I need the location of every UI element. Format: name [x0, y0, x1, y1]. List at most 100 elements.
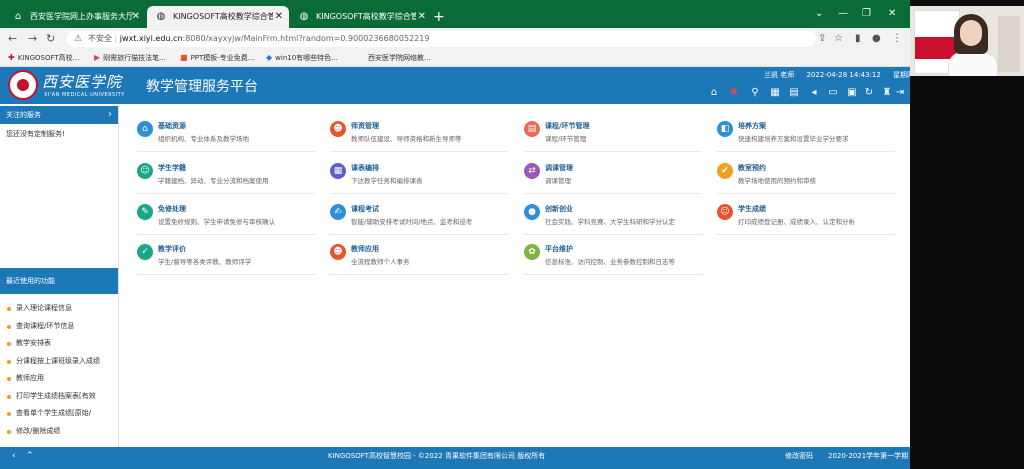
divider: [137, 193, 315, 194]
module-card[interactable]: ✿ 平台维护 信息标准、访问控制、业务参数控制和日志等: [524, 244, 704, 280]
recent-item[interactable]: 打印学生成绩档案表[有效: [0, 388, 118, 406]
divider: [717, 151, 895, 152]
calendar-icon[interactable]: ▣: [845, 87, 859, 99]
module-title[interactable]: 平台维护: [545, 244, 573, 254]
tab-kingosoft-active[interactable]: ◍ KINGOSOFT高校教学综合管理服务平台 ✕: [147, 6, 289, 28]
module-title[interactable]: 课程/环节管理: [545, 121, 590, 131]
bookmark-item[interactable]: ✚ KINGOSOFT高校...: [8, 50, 79, 66]
tab-title: KINGOSOFT高校教学综合管理服务平台: [316, 12, 416, 21]
tab-service-hall[interactable]: ⌂ 西安医学院网上办事服务大厅 ✕: [4, 6, 146, 28]
recent-item[interactable]: 分课程按上课班级录入成绩: [0, 353, 118, 371]
module-card[interactable]: ☺ 学生成绩 打印成绩登记册、成绩录入、认定和分析: [717, 204, 897, 240]
presenter-face: [960, 20, 982, 46]
module-title[interactable]: 教室预约: [738, 163, 766, 173]
module-title[interactable]: 学生学籍: [158, 163, 186, 173]
module-card[interactable]: ☺ 学生学籍 学籍建档、异动、专业分流和档案使用: [137, 163, 317, 199]
module-card[interactable]: ☻ 师资管理 教师队伍建设、导师资格和新生导师等: [330, 121, 510, 157]
module-title[interactable]: 免修处理: [158, 204, 186, 214]
recent-item[interactable]: 修改/删除成绩: [0, 423, 118, 441]
shirt-icon[interactable]: ♜: [880, 87, 894, 99]
module-title[interactable]: 教师应用: [351, 244, 379, 254]
close-window-button[interactable]: ✕: [888, 4, 896, 24]
tab-kingosoft[interactable]: ◍ KINGOSOFT高校教学综合管理服务平台 ✕: [290, 6, 432, 28]
university-seal: [8, 70, 38, 100]
recent-item[interactable]: 教学安排表: [0, 335, 118, 353]
close-icon[interactable]: ✕: [275, 6, 283, 28]
module-title[interactable]: 课表编排: [351, 163, 379, 173]
share-icon[interactable]: ⇪: [818, 31, 826, 47]
recent-list: 录入理论课程信息 查询课程/环节信息 教学安排表 分课程按上课班级录入成绩 教师…: [0, 300, 118, 440]
divider: [717, 234, 895, 235]
recent-item[interactable]: 查看单个学生成绩[原始/: [0, 405, 118, 423]
module-card[interactable]: ✍ 课程考试 智能/辅助安排考试时间/地点、监考和巡考: [330, 204, 510, 240]
module-card[interactable]: ☻ 教师应用 全流程教师个人事务: [330, 244, 510, 280]
chevron-right-icon[interactable]: ›: [108, 106, 112, 124]
module-description: 社会实践、学科竞赛、大学生科研和学分认定: [545, 218, 675, 226]
sidebar: 关注的服务 › 您还没有定制服务! 最近使用的功能 录入理论课程信息 查询课程/…: [0, 104, 119, 447]
bookmark-item[interactable]: ■ PPT模板-专业免费...: [180, 50, 254, 66]
footer: ‹ ⌃ KINGOSOFT高校智慧校园 - ©2022 青果软件集团有限公司 版…: [0, 447, 910, 469]
back-icon[interactable]: ←: [8, 30, 17, 48]
window-icon[interactable]: ▭: [826, 87, 840, 99]
maximize-button[interactable]: ❐: [862, 4, 871, 24]
kingo-icon: ✚: [8, 53, 15, 62]
module-title[interactable]: 师资管理: [351, 121, 379, 131]
module-title[interactable]: 调课管理: [545, 163, 573, 173]
star-icon[interactable]: ☆: [834, 31, 843, 47]
reload-icon[interactable]: ↻: [46, 30, 55, 48]
module-card[interactable]: ✔ 教室预约教学场地使用的预约和审核: [717, 163, 897, 199]
sidebar-icon[interactable]: ▮: [855, 31, 861, 47]
checkbox-icon: ✔: [717, 163, 733, 179]
minimize-button[interactable]: —: [838, 4, 848, 24]
new-tab-button[interactable]: +: [433, 6, 445, 28]
browser-window: ⌂ 西安医学院网上办事服务大厅 ✕ ◍ KINGOSOFT高校教学综合管理服务平…: [0, 0, 910, 469]
module-card[interactable]: ▦ 课表编排 下达教学任务和编排课表: [330, 163, 510, 199]
module-card[interactable]: ◧ 培养方案 快速构建培养方案和设置毕业学分要求: [717, 121, 897, 157]
home-icon: ⌂: [14, 11, 22, 22]
module-description: 下达教学任务和编排课表: [351, 177, 423, 185]
recent-item[interactable]: 录入理论课程信息: [0, 300, 118, 318]
user-name[interactable]: 兰凯 老师: [764, 71, 794, 79]
recent-item[interactable]: 查询课程/环节信息: [0, 318, 118, 336]
module-card[interactable]: ▤ 课程/环节管理 课程/环节管理: [524, 121, 704, 157]
module-title[interactable]: 培养方案: [738, 121, 766, 131]
home-icon[interactable]: ⌂: [707, 87, 721, 99]
module-card[interactable]: ⇄ 调课管理 调课管理: [524, 163, 704, 199]
chevron-up-icon[interactable]: ⌃: [26, 448, 34, 464]
module-title[interactable]: 学生成绩: [738, 204, 766, 214]
chevron-left-icon[interactable]: ‹: [12, 448, 16, 464]
globe-icon: ◍: [156, 11, 166, 22]
building-icon: ⌂: [137, 121, 153, 137]
bookmark-item[interactable]: ▶ 刚需旅行猫技法笔...: [94, 50, 166, 66]
close-icon[interactable]: ✕: [418, 6, 426, 28]
address-bar[interactable]: ⚠ 不安全 | jwxt.xiyi.edu.cn:8080/xayxyjw/Ma…: [66, 31, 816, 47]
module-title[interactable]: 教学评价: [158, 244, 186, 254]
book-icon[interactable]: ▤: [787, 87, 801, 99]
followed-services-header[interactable]: 关注的服务 ›: [0, 106, 118, 124]
menu-icon[interactable]: ⋮: [892, 31, 902, 47]
bookmark-item[interactable]: 西安医学院网络教...: [368, 50, 431, 66]
shield-icon: ✓: [137, 244, 153, 260]
module-description: 教学场地使用的预约和审核: [738, 177, 816, 185]
shuffle-icon[interactable]: ✖: [727, 87, 741, 99]
module-description: 全流程教师个人事务: [351, 258, 410, 266]
recent-item[interactable]: 教师应用: [0, 370, 118, 388]
module-card[interactable]: ✓ 教学评价 学生/督导等各类评教、教师评学: [137, 244, 317, 280]
module-title[interactable]: 创新创业: [545, 204, 573, 214]
logout-icon[interactable]: ⇥: [893, 87, 907, 99]
profile-icon[interactable]: ●: [872, 31, 881, 47]
module-card[interactable]: ● 创新创业 社会实践、学科竞赛、大学生科研和学分认定: [524, 204, 704, 240]
bookmark-item[interactable]: ◆ win10有哪些特色...: [266, 50, 338, 66]
module-card[interactable]: ✎ 免修处理 设置免修规则、学生申请免修与审核确认: [137, 204, 317, 240]
reload-icon[interactable]: ↻: [862, 87, 876, 99]
close-icon[interactable]: ✕: [132, 6, 140, 28]
module-title[interactable]: 课程考试: [351, 204, 379, 214]
forward-icon[interactable]: →: [28, 30, 37, 48]
tab-search-button[interactable]: ⌄: [815, 4, 823, 24]
volume-icon[interactable]: ◂: [807, 87, 821, 99]
search-icon[interactable]: ⚲: [748, 87, 762, 99]
module-title[interactable]: 基础资源: [158, 121, 186, 131]
grid-icon[interactable]: ▦: [768, 87, 782, 99]
module-card[interactable]: ⌂ 基础资源 组织机构、专业体系及教学场地: [137, 121, 317, 157]
change-password-link[interactable]: 修改密码: [785, 448, 813, 464]
